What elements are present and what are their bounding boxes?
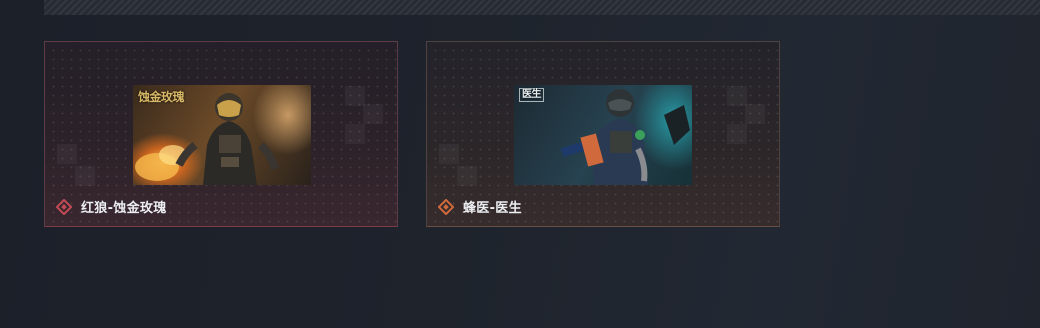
header-stripe-bar bbox=[44, 0, 1040, 15]
soldier-illustration bbox=[560, 89, 690, 185]
skin-card-red-wolf[interactable]: 蚀金玫瑰 红狼-蚀金玫瑰 bbox=[44, 41, 398, 227]
skin-preview-image: 医生 bbox=[514, 85, 692, 185]
skin-preview-image: 蚀金玫瑰 bbox=[133, 85, 311, 185]
card-title: 蜂医-医生 bbox=[463, 201, 522, 216]
card-title: 红狼-蚀金玫瑰 bbox=[81, 201, 167, 216]
skin-card-bee-medic[interactable]: 医生 蜂医-医生 bbox=[426, 41, 780, 227]
card-label: 红狼-蚀金玫瑰 bbox=[56, 197, 167, 216]
diamond-icon bbox=[438, 198, 454, 215]
soldier-illustration bbox=[135, 93, 279, 185]
card-label: 蜂医-医生 bbox=[438, 197, 522, 216]
diamond-icon bbox=[56, 198, 72, 215]
